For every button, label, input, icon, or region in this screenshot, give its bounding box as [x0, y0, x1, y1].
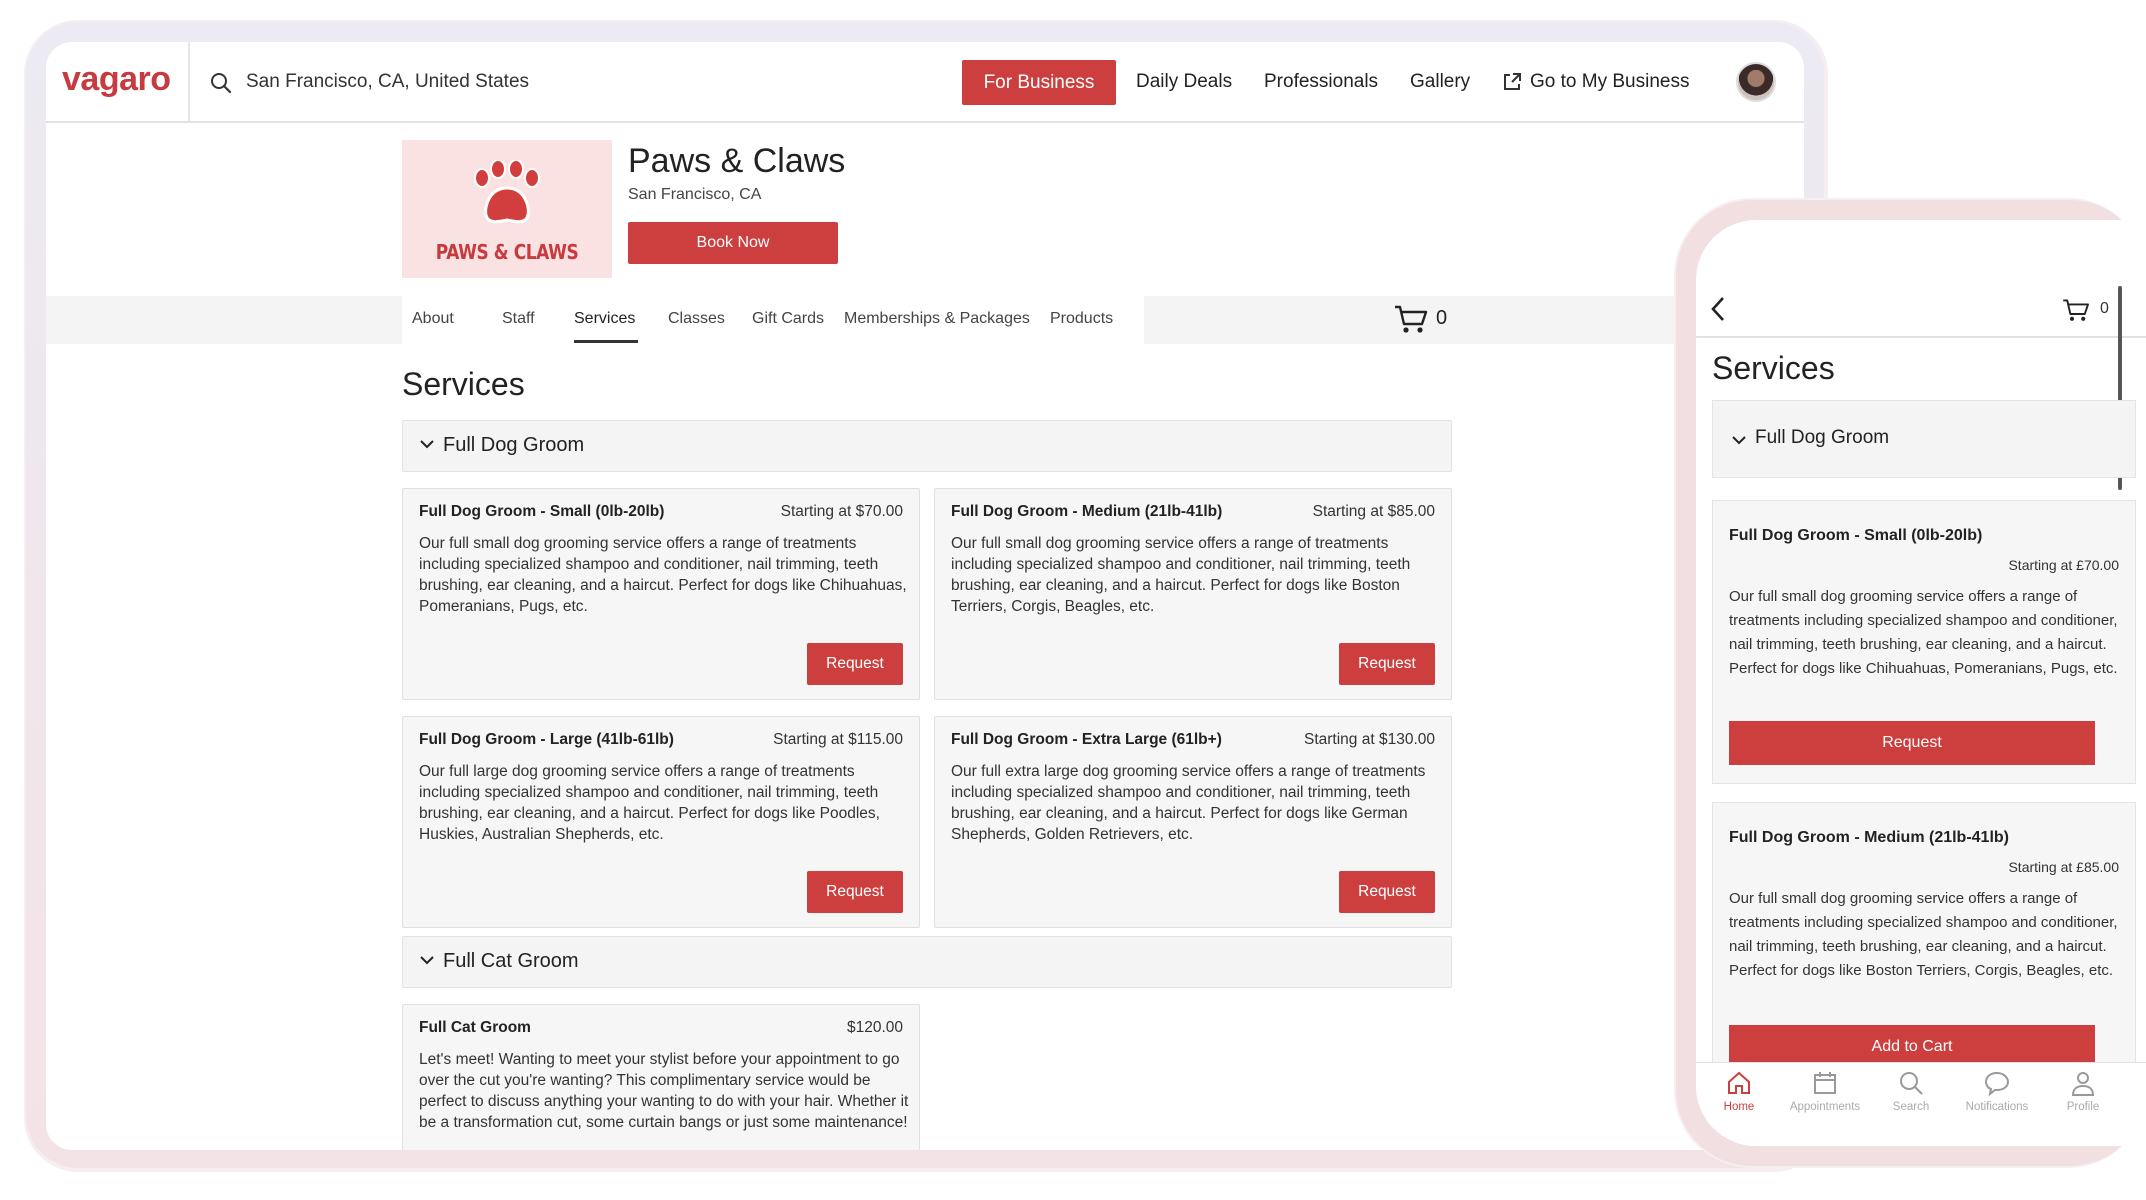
- nav-home[interactable]: Home: [1696, 1069, 1782, 1113]
- business-logo-text: PAWS & CLAWS: [435, 240, 579, 264]
- service-price: Starting at £70.00: [2008, 557, 2119, 573]
- service-card: Full Dog Groom - Medium (21lb-41lb) Star…: [1712, 802, 2136, 1092]
- search-icon: [1900, 1072, 1923, 1095]
- desktop-screen: vagaro San Francisco, CA, United States …: [46, 42, 1804, 1150]
- search-icon[interactable]: [210, 72, 232, 94]
- header-divider: [188, 42, 190, 123]
- active-tab-indicator: [574, 340, 638, 343]
- request-button[interactable]: Request: [807, 643, 903, 685]
- request-button[interactable]: Request: [1339, 871, 1435, 913]
- avatar[interactable]: [1736, 62, 1776, 102]
- request-button[interactable]: Request: [1339, 643, 1435, 685]
- bottom-nav: Home Appointments Search Notifications P…: [1696, 1062, 2146, 1146]
- nav-appointments[interactable]: Appointments: [1782, 1069, 1868, 1113]
- cart-count: 0: [2100, 300, 2109, 317]
- service-description: Our full small dog grooming service offe…: [1729, 890, 2118, 979]
- request-button[interactable]: Request: [1729, 721, 2095, 765]
- service-card: Full Dog Groom - Small (0lb-20lb) Starti…: [1712, 500, 2136, 784]
- service-description: Our full small dog grooming service offe…: [419, 535, 907, 615]
- service-title: Full Dog Groom - Extra Large (61lb+): [951, 731, 1222, 748]
- group-full-cat-groom[interactable]: Full Cat Groom: [402, 936, 1452, 988]
- service-price: $120.00: [846, 1019, 903, 1036]
- service-title: Full Dog Groom - Medium (21lb-41lb): [1729, 829, 2009, 846]
- service-card: Full Dog Groom - Large (41lb-61lb) Start…: [402, 716, 920, 928]
- cart-icon[interactable]: [1394, 304, 1428, 334]
- go-to-my-business-link[interactable]: Go to My Business: [1530, 71, 1689, 93]
- service-card: Full Cat Groom $120.00 Let's meet! Wanti…: [402, 1004, 920, 1150]
- business-location: San Francisco, CA: [628, 186, 762, 203]
- service-description: Our full extra large dog grooming servic…: [951, 763, 1426, 843]
- calendar-icon: [1814, 1072, 1836, 1094]
- daily-deals-link[interactable]: Daily Deals: [1136, 71, 1232, 93]
- paw-icon: [474, 160, 540, 224]
- service-card: Full Dog Groom - Extra Large (61lb+) Sta…: [934, 716, 1452, 928]
- service-title: Full Dog Groom - Small (0lb-20lb): [419, 503, 665, 520]
- service-description: Let's meet! Wanting to meet your stylist…: [419, 1051, 909, 1131]
- service-title: Full Dog Groom - Large (41lb-61lb): [419, 731, 674, 748]
- business-name: Paws & Claws: [628, 142, 846, 180]
- tab-classes[interactable]: Classes: [668, 310, 725, 328]
- chat-bubble-icon: [1984, 1071, 2010, 1097]
- service-description: Our full small dog grooming service offe…: [951, 535, 1411, 615]
- group-label: Full Cat Groom: [443, 950, 579, 972]
- nav-profile[interactable]: Profile: [2040, 1069, 2126, 1113]
- professionals-link[interactable]: Professionals: [1264, 71, 1378, 93]
- request-button[interactable]: Request: [807, 871, 903, 913]
- header-divider: [1696, 336, 2146, 338]
- service-price: Starting at £85.00: [2008, 859, 2119, 875]
- service-description: Our full small dog grooming service offe…: [1729, 588, 2118, 677]
- vagaro-logo[interactable]: vagaro: [62, 60, 171, 99]
- business-logo: PAWS & CLAWS: [402, 140, 612, 278]
- service-description: Our full large dog grooming service offe…: [419, 763, 880, 843]
- nav-label: Profile: [2066, 1101, 2100, 1113]
- group-label: Full Dog Groom: [1755, 427, 1890, 448]
- service-price: Starting at $115.00: [773, 731, 903, 748]
- service-price: Starting at $130.00: [1304, 731, 1435, 748]
- tab-memberships-packages[interactable]: Memberships & Packages: [844, 310, 1030, 328]
- home-icon: [1728, 1071, 1750, 1094]
- services-heading: Services: [402, 366, 525, 402]
- group-full-dog-groom[interactable]: Full Dog Groom: [1712, 400, 2136, 478]
- group-full-dog-groom[interactable]: Full Dog Groom: [402, 420, 1452, 472]
- chevron-down-icon: [420, 956, 434, 965]
- nav-label: Notifications: [1965, 1101, 2029, 1113]
- external-link-icon: [1504, 73, 1521, 90]
- for-business-button[interactable]: For Business: [962, 60, 1116, 105]
- book-now-button[interactable]: Book Now: [628, 222, 838, 264]
- service-price: Starting at $70.00: [780, 503, 903, 520]
- nav-search[interactable]: Search: [1868, 1069, 1954, 1113]
- back-chevron-icon[interactable]: [1710, 296, 1726, 322]
- tab-products[interactable]: Products: [1050, 310, 1113, 328]
- service-title: Full Dog Groom - Small (0lb-20lb): [1729, 527, 1983, 544]
- nav-notifications[interactable]: Notifications: [1954, 1069, 2040, 1113]
- service-card: Full Dog Groom - Small (0lb-20lb) Starti…: [402, 488, 920, 700]
- nav-label: Home: [1723, 1101, 1755, 1113]
- top-header: vagaro San Francisco, CA, United States …: [46, 42, 1804, 123]
- person-icon: [2071, 1072, 2095, 1096]
- gallery-link[interactable]: Gallery: [1410, 71, 1470, 93]
- service-card: Full Dog Groom - Medium (21lb-41lb) Star…: [934, 488, 1452, 700]
- nav-label: Search: [1892, 1101, 1930, 1113]
- nav-label: Appointments: [1789, 1101, 1861, 1113]
- cart-count: 0: [1436, 307, 1448, 329]
- cart-icon[interactable]: [2062, 298, 2090, 322]
- group-label: Full Dog Groom: [443, 434, 585, 456]
- tab-services[interactable]: Services: [574, 310, 635, 328]
- mobile-screen: 0 Services Full Dog Groom Full Dog Groom…: [1696, 220, 2146, 1146]
- chevron-down-icon: [1732, 436, 1746, 445]
- tab-gift-cards[interactable]: Gift Cards: [752, 310, 824, 328]
- tab-staff[interactable]: Staff: [502, 310, 535, 328]
- service-title: Full Cat Groom: [419, 1019, 531, 1036]
- chevron-down-icon: [420, 440, 434, 449]
- service-price: Starting at $85.00: [1312, 503, 1435, 520]
- services-heading: Services: [1712, 350, 1835, 386]
- location-search-input[interactable]: San Francisco, CA, United States: [246, 71, 529, 93]
- tab-about[interactable]: About: [412, 310, 454, 328]
- service-title: Full Dog Groom - Medium (21lb-41lb): [951, 503, 1223, 520]
